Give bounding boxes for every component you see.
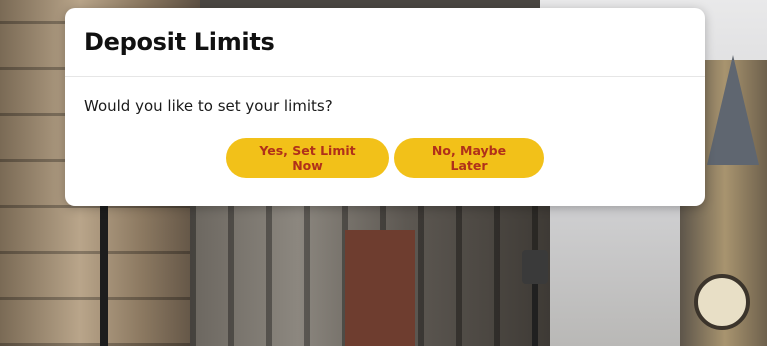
dialog-body: Would you like to set your limits? Yes, …: [65, 77, 705, 178]
set-limit-now-button[interactable]: Yes, Set Limit Now: [226, 138, 389, 178]
street-lamp: [100, 200, 108, 346]
street-lamp-2: [522, 250, 548, 346]
deposit-limits-dialog: Deposit Limits Would you like to set you…: [65, 8, 705, 206]
dialog-header: Deposit Limits: [65, 8, 705, 77]
brick-facade: [345, 230, 415, 346]
clock-face-icon: [694, 274, 750, 330]
tower-spire: [707, 55, 759, 165]
dialog-question: Would you like to set your limits?: [84, 97, 333, 115]
maybe-later-button[interactable]: No, Maybe Later: [394, 138, 544, 178]
dialog-actions: Yes, Set Limit Now No, Maybe Later: [84, 138, 686, 178]
dialog-title: Deposit Limits: [84, 28, 275, 56]
